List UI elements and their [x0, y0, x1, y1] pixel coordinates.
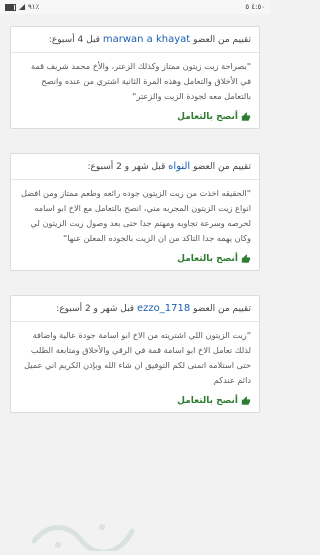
review-card: تقييم من العضو ezzo_1718 قبل شهر و 2 أسب… — [10, 295, 260, 413]
quote-icon: " — [246, 188, 251, 198]
status-bar: ٩١٪ ٤:٥٠ ٥ — [0, 0, 270, 14]
recommend-badge: أنصح بالتعامل — [19, 112, 251, 122]
review-card: تقييم من العضو marwan a khayat قبل 4 أسب… — [10, 26, 260, 129]
status-left: ٩١٪ — [5, 3, 39, 11]
review-time: قبل شهر و 2 أسبوع: — [87, 162, 166, 172]
battery-icon — [5, 3, 16, 11]
recommend-label: أنصح بالتعامل — [177, 112, 238, 122]
review-text: الحقيقه اخذت من زيت الزيتون جوده رائعه و… — [20, 188, 251, 243]
review-text: بصراحة زيت زيتون ممتاز وكذلك الزعتر، وال… — [31, 61, 251, 101]
status-right: ٤:٥٠ ٥ — [245, 3, 265, 11]
review-text: زيت الزيتون اللي اشتريته من الاخ ابو اسا… — [24, 330, 251, 385]
review-prefix: تقييم من العضو — [193, 304, 251, 314]
review-body: "زيت الزيتون اللي اشتريته من الاخ ابو اس… — [19, 328, 251, 388]
battery-percent: ٩١٪ — [28, 3, 40, 11]
divider — [11, 179, 259, 180]
thumbs-up-icon — [241, 396, 251, 405]
watermark-logo — [31, 524, 135, 551]
review-card: تقييم من العضو النواه قبل شهر و 2 أسبوع:… — [10, 153, 260, 271]
review-body: "الحقيقه اخذت من زيت الزيتون جوده رائعه … — [19, 186, 251, 246]
reviews-list: تقييم من العضو marwan a khayat قبل 4 أسب… — [10, 18, 260, 555]
divider — [11, 321, 259, 322]
review-header: تقييم من العضو ezzo_1718 قبل شهر و 2 أسب… — [19, 302, 251, 316]
recommend-badge: أنصح بالتعامل — [19, 254, 251, 264]
divider — [11, 52, 259, 53]
review-prefix: تقييم من العضو — [193, 162, 251, 172]
review-username[interactable]: marwan a khayat — [103, 34, 190, 45]
review-username[interactable]: ezzo_1718 — [137, 303, 190, 314]
recommend-label: أنصح بالتعامل — [177, 396, 238, 406]
review-header: تقييم من العضو النواه قبل شهر و 2 أسبوع: — [19, 160, 251, 174]
review-header: تقييم من العضو marwan a khayat قبل 4 أسب… — [19, 33, 251, 47]
review-body: "بصراحة زيت زيتون ممتاز وكذلك الزعتر، وا… — [19, 59, 251, 104]
review-username[interactable]: النواه — [168, 161, 190, 172]
review-time: قبل شهر و 2 أسبوع: — [56, 304, 135, 314]
recommend-badge: أنصح بالتعامل — [19, 396, 251, 406]
recommend-label: أنصح بالتعامل — [177, 254, 238, 264]
signal-icon — [19, 4, 25, 10]
clock: ٤:٥٠ ٥ — [245, 3, 265, 11]
review-time: قبل 4 أسبوع: — [48, 35, 100, 45]
thumbs-up-icon — [241, 112, 251, 121]
review-prefix: تقييم من العضو — [193, 35, 251, 45]
quote-icon: " — [246, 330, 251, 340]
thumbs-up-icon — [241, 254, 251, 263]
quote-icon: " — [246, 61, 251, 71]
